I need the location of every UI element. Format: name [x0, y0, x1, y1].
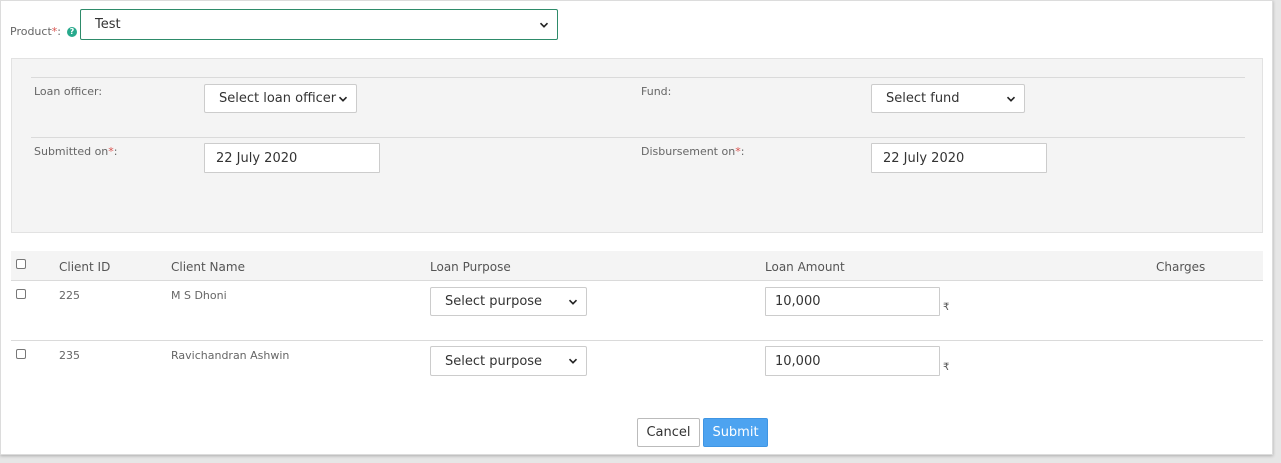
fund-label: Fund: — [641, 85, 672, 98]
rupee-icon: ₹ — [943, 302, 950, 313]
submitted-on-label: Submitted on*: — [34, 145, 118, 158]
chevron-down-icon — [1006, 96, 1016, 102]
row-checkbox[interactable] — [16, 289, 26, 299]
client-name-cell: M S Dhoni — [171, 289, 227, 302]
chevron-down-icon — [338, 96, 348, 102]
loan-application-panel: Product*: ? Test Loan officer: Select lo… — [0, 0, 1273, 455]
loan-purpose-select-value: Select purpose — [445, 294, 543, 309]
loan-officer-select-value: Select loan officer — [219, 91, 337, 106]
row-checkbox[interactable] — [16, 349, 26, 359]
label-colon: : — [57, 25, 61, 38]
label-colon: : — [740, 145, 745, 158]
column-header-client-id: Client ID — [59, 260, 111, 274]
column-header-charges: Charges — [1156, 260, 1206, 274]
disbursement-on-label: Disbursement on*: — [641, 145, 744, 158]
divider — [31, 137, 1245, 138]
fund-select[interactable]: Select fund — [871, 84, 1025, 113]
loan-details-section: Loan officer: Select loan officer Fund: … — [11, 58, 1263, 233]
client-name-cell: Ravichandran Ashwin — [171, 349, 290, 362]
loan-amount-input[interactable]: 10,000 — [765, 346, 940, 376]
row-divider — [11, 340, 1263, 341]
submitted-on-value: 22 July 2020 — [216, 150, 298, 166]
fund-select-value: Select fund — [886, 91, 960, 106]
disbursement-on-date-input[interactable]: 22 July 2020 — [871, 143, 1047, 173]
submitted-on-date-input[interactable]: 22 July 2020 — [204, 143, 380, 173]
product-label-text: Product — [10, 25, 52, 38]
help-glyph: ? — [69, 27, 75, 36]
product-label: Product*: — [10, 25, 61, 38]
client-id-cell: 235 — [59, 349, 80, 362]
chevron-down-icon — [568, 358, 578, 364]
loan-amount-input[interactable]: 10,000 — [765, 287, 940, 316]
help-icon[interactable]: ? — [67, 27, 77, 37]
product-select-value: Test — [95, 17, 121, 32]
disbursement-on-label-text: Disbursement on — [641, 145, 736, 158]
chevron-down-icon — [568, 299, 578, 305]
loan-purpose-select[interactable]: Select purpose — [430, 287, 587, 316]
submitted-on-label-text: Submitted on — [34, 145, 109, 158]
divider — [31, 77, 1245, 78]
chevron-down-icon — [539, 22, 549, 28]
loan-officer-select[interactable]: Select loan officer — [204, 84, 357, 113]
column-header-client-name: Client Name — [171, 260, 245, 274]
loan-purpose-select[interactable]: Select purpose — [430, 346, 587, 376]
column-header-loan-purpose: Loan Purpose — [430, 260, 511, 274]
client-id-cell: 225 — [59, 289, 80, 302]
select-all-checkbox[interactable] — [16, 259, 26, 269]
product-select[interactable]: Test — [80, 9, 558, 40]
disbursement-on-value: 22 July 2020 — [883, 150, 965, 166]
rupee-icon: ₹ — [943, 362, 950, 373]
label-colon: : — [113, 145, 118, 158]
loan-purpose-select-value: Select purpose — [445, 353, 543, 369]
loan-amount-value: 10,000 — [775, 353, 821, 369]
loan-officer-label: Loan officer: — [34, 85, 103, 98]
column-header-loan-amount: Loan Amount — [765, 260, 845, 274]
loan-amount-value: 10,000 — [775, 294, 821, 309]
submit-button[interactable]: Submit — [703, 418, 768, 447]
cancel-button[interactable]: Cancel — [637, 418, 700, 447]
